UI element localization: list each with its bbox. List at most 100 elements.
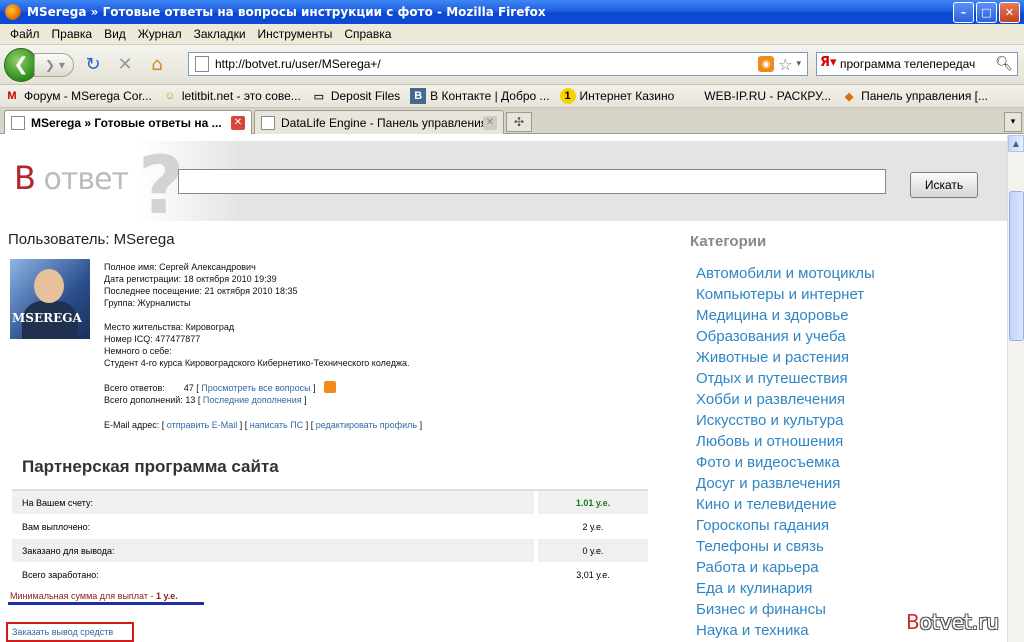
bookmark-item[interactable]: BВ Контакте | Добро ... — [410, 88, 550, 104]
forward-button[interactable]: ❯ ▾ — [34, 52, 74, 77]
minimize-button[interactable]: – — [953, 1, 974, 23]
bookmark-item[interactable]: M Форум - MSerega Cor... — [4, 88, 152, 104]
category-link[interactable]: Хобби и развлечения — [696, 389, 875, 410]
profile-last-visit: Последнее посещение: 21 октября 2010 18:… — [104, 286, 298, 296]
category-link[interactable]: Еда и кулинария — [696, 578, 875, 599]
rss-icon[interactable] — [324, 381, 337, 393]
profile-icq: Номер ICQ: 477477877 — [104, 334, 201, 344]
search-input[interactable] — [840, 57, 996, 71]
category-link[interactable]: Наука и техника — [696, 620, 875, 641]
bookmark-item[interactable]: ▭ Deposit Files — [311, 88, 401, 104]
bookmark-item[interactable]: 1 Интернет Казино — [559, 88, 675, 104]
site-logo[interactable]: В ответ — [14, 159, 129, 197]
stop-button[interactable]: ✕ — [112, 52, 138, 78]
new-tab-button[interactable]: ✣ — [506, 112, 532, 132]
category-link[interactable]: Бизнес и финансы — [696, 599, 875, 620]
category-link[interactable]: Любовь и отношения — [696, 431, 875, 452]
site-search-input[interactable] — [178, 169, 886, 194]
category-link[interactable]: Работа и карьера — [696, 557, 875, 578]
menu-view[interactable]: Вид — [98, 27, 132, 41]
tab-datalife[interactable]: DataLife Engine - Панель управления ✕ — [254, 110, 504, 134]
row-value: 0 у.е. — [538, 539, 648, 562]
category-link[interactable]: Гороскопы гадания — [696, 515, 875, 536]
menu-edit[interactable]: Правка — [46, 27, 99, 41]
page-content: ? В ответ Искать Пользователь: MSerega M… — [0, 135, 1007, 642]
category-link[interactable]: Искусство и культура — [696, 410, 875, 431]
bookmark-item[interactable]: ☺ letitbit.net - это сове... — [162, 88, 301, 104]
edit-profile-link[interactable]: редактировать профиль — [316, 420, 417, 430]
search-bar[interactable]: Я▾ 🔍︎ — [816, 52, 1018, 76]
logo-text: ответ — [34, 162, 128, 197]
reload-button[interactable]: ↻ — [80, 52, 106, 78]
bookmark-label: Форум - MSerega Cor... — [24, 89, 152, 103]
table-row: Заказано для вывода: 0 у.е. — [12, 539, 648, 563]
reload-icon: ↻ — [85, 54, 101, 75]
page-icon — [261, 115, 275, 130]
send-email-link[interactable]: отправить E-Mail — [167, 420, 237, 430]
back-button[interactable]: ❮ — [4, 47, 38, 82]
firefox-icon — [5, 4, 21, 20]
category-link[interactable]: Образования и учеба — [696, 326, 875, 347]
view-all-questions-link[interactable]: Просмотреть все вопросы — [201, 383, 310, 393]
additions-count: 13 — [185, 395, 196, 405]
row-label: Заказано для вывода: — [12, 539, 534, 562]
close-tab-icon[interactable]: ✕ — [231, 115, 245, 130]
bookmark-label: Панель управления [... — [861, 89, 989, 103]
category-link[interactable]: Медицина и здоровье — [696, 305, 875, 326]
avatar: MSEREGA — [10, 259, 90, 339]
bookmark-label: Deposit Files — [330, 89, 401, 103]
search-icon[interactable]: 🔍︎ — [995, 56, 1013, 72]
latest-additions-link[interactable]: Последние дополнения — [203, 395, 302, 405]
profile-details: Место жительства: Кировоград Номер ICQ: … — [104, 321, 409, 369]
url-dropdown-icon[interactable]: ▾ — [796, 59, 801, 69]
bookmark-label: В Контакте | Добро ... — [430, 89, 550, 103]
categories-list: Автомобили и мотоциклы Компьютеры и инте… — [696, 263, 875, 641]
smiley-icon: ☺ — [164, 90, 176, 102]
partner-program-title: Партнерская программа сайта — [22, 457, 279, 476]
arrow-left-icon: ❮ — [13, 54, 29, 75]
watermark-letter: B — [905, 610, 920, 634]
bookmark-label: Интернет Казино — [579, 89, 675, 103]
menu-bookmarks[interactable]: Закладки — [188, 27, 252, 41]
category-link[interactable]: Кино и телевидение — [696, 494, 875, 515]
bookmark-star-icon[interactable]: ☆ — [778, 55, 792, 74]
category-link[interactable]: Отдых и путешествия — [696, 368, 875, 389]
category-link[interactable]: Телефоны и связь — [696, 536, 875, 557]
site-search-button[interactable]: Искать — [910, 172, 978, 198]
bookmark-item[interactable]: ◆ Панель управления [... — [841, 88, 988, 104]
scroll-thumb[interactable] — [1009, 191, 1024, 341]
home-button[interactable]: ⌂ — [144, 52, 170, 78]
avatar-name: MSEREGA — [12, 311, 82, 325]
row-label: На Вашем счету: — [12, 491, 534, 514]
watermark: Botvet.ru — [906, 610, 999, 634]
category-link[interactable]: Досуг и развлечения — [696, 473, 875, 494]
category-link[interactable]: Фото и видеосъемка — [696, 452, 875, 473]
yandex-icon[interactable]: Я▾ — [820, 55, 840, 73]
tab-list-button[interactable]: ▾ — [1004, 112, 1022, 132]
url-input[interactable] — [215, 57, 759, 71]
webip-icon — [684, 88, 700, 104]
menu-file[interactable]: Файл — [4, 27, 46, 41]
write-pm-link[interactable]: написать ПС — [250, 420, 303, 430]
profile-location: Место жительства: Кировоград — [104, 322, 235, 332]
maximize-button[interactable]: □ — [976, 1, 997, 23]
menu-tools[interactable]: Инструменты — [252, 27, 339, 41]
scroll-up-icon[interactable]: ▲ — [1008, 135, 1024, 152]
table-row: Вам выплочено: 2 у.е. — [12, 515, 648, 539]
menu-help[interactable]: Справка — [338, 27, 397, 41]
address-bar[interactable]: ◉ ☆ ▾ — [188, 52, 808, 76]
vertical-scrollbar[interactable]: ▲ — [1007, 135, 1024, 642]
row-value: 2 у.е. — [538, 515, 648, 538]
profile-group: Группа: Журналисты — [104, 298, 191, 308]
menu-history[interactable]: Журнал — [132, 27, 188, 41]
bookmark-item[interactable]: WEB-IP.RU - РАСКРУ... — [684, 88, 831, 104]
close-tab-icon[interactable]: ✕ — [483, 115, 497, 130]
category-link[interactable]: Автомобили и мотоциклы — [696, 263, 875, 284]
rss-feed-icon[interactable]: ◉ — [758, 56, 775, 72]
panel-icon: ◆ — [844, 90, 854, 103]
category-link[interactable]: Животные и растения — [696, 347, 875, 368]
tab-mserega[interactable]: MSerega » Готовые ответы на ... ✕ — [4, 110, 252, 134]
category-link[interactable]: Компьютеры и интернет — [696, 284, 875, 305]
order-withdrawal-link[interactable]: Заказать вывод средств — [6, 622, 134, 642]
close-window-button[interactable]: ✕ — [999, 1, 1020, 23]
